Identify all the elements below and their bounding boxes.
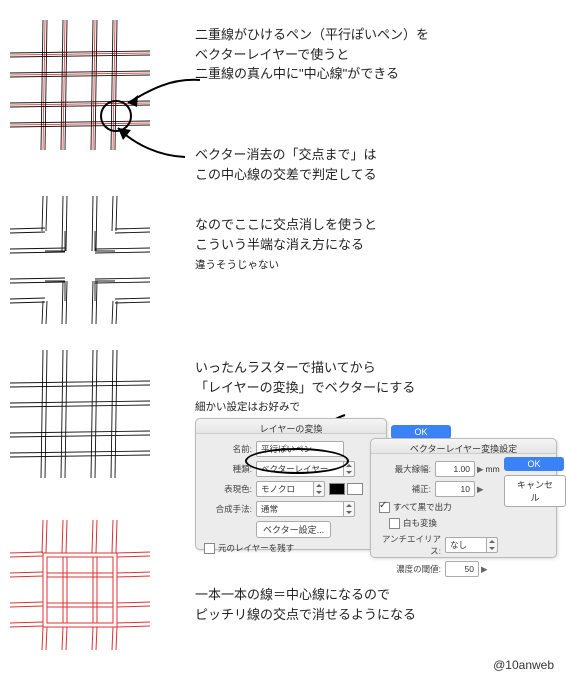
checkbox-leave-original[interactable] [204, 543, 215, 554]
text-line: 二重線がひけるペン（平行ぽいペン）を [195, 25, 429, 45]
button-ok[interactable]: OK [504, 457, 564, 471]
text-line: ベクターレイヤーで使うと [195, 45, 429, 65]
label-maxwidth: 最大線幅: [379, 463, 431, 475]
chevron-updown-icon[interactable] [344, 461, 355, 477]
dialog-layer-convert: レイヤーの変換 名前: 平行ぽいペン 種類: ベクターレイヤー 表現色: モノク… [195, 418, 387, 550]
section1-text2: ベクター消去の「交点まで」は この中心線の交差で判定してる [195, 145, 377, 184]
label-kind: 種類: [204, 463, 252, 475]
text-note: 違うそうじゃない [195, 258, 377, 274]
label-threshold: 濃度の閾値: [379, 563, 441, 575]
input-threshold[interactable]: 50 [445, 561, 479, 577]
text-line: なのでここに交点消しを使うと [195, 215, 377, 235]
label-correction: 補正: [379, 483, 431, 495]
text-note: 細かい設定はお好みで [195, 400, 415, 416]
button-vector-settings[interactable]: ベクター設定... [256, 521, 331, 538]
dropdown-colormode[interactable]: モノクロ [256, 481, 314, 497]
checkbox-white-convert[interactable] [389, 518, 400, 529]
button-cancel[interactable]: キャンセル [504, 475, 566, 507]
credit: @10anweb [493, 658, 554, 672]
text-line: いったんラスターで描いてから [195, 358, 415, 378]
unit-mm: mm [486, 464, 500, 474]
dropdown-aa[interactable]: なし [445, 537, 487, 553]
text-line: この中心線の交差で判定してる [195, 165, 377, 185]
input-correction[interactable]: 10 [435, 481, 475, 497]
chevron-updown-icon[interactable] [487, 537, 498, 553]
label-color: 表現色: [204, 483, 252, 495]
dialog-title: ベクターレイヤー変換設定 [371, 442, 556, 455]
dialog-vector-convert-settings: ベクターレイヤー変換設定 最大線幅: 1.00 ▶ mm 補正: 10 ▶ すべ… [370, 438, 557, 558]
label-name: 名前: [204, 443, 252, 455]
input-maxwidth[interactable]: 1.00 [435, 461, 475, 477]
dropdown-blend[interactable]: 通常 [256, 501, 344, 517]
label-aa: アンチエイリアス: [379, 533, 441, 557]
text-line: ベクター消去の「交点まで」は [195, 145, 377, 165]
swatch-white[interactable] [347, 483, 363, 495]
label-all-black: すべて黒で出力 [393, 501, 452, 513]
chevron-updown-icon[interactable] [344, 501, 355, 517]
section3-text: いったんラスターで描いてから 「レイヤーの変換」でベクターにする 細かい設定はお… [195, 358, 415, 416]
dropdown-kind[interactable]: ベクターレイヤー [256, 461, 344, 477]
text-line: こういう半端な消え方になる [195, 235, 377, 255]
chevron-updown-icon[interactable] [314, 481, 325, 497]
label-blend: 合成手法: [204, 503, 252, 515]
swatch-black[interactable] [329, 483, 345, 495]
text-line: 「レイヤーの変換」でベクターにする [195, 378, 415, 398]
label-leave-original: 元のレイヤーを残す [218, 542, 294, 554]
section4-text: 一本一本の線＝中心線になるので ピッチリ線の交点で消せるようになる [195, 585, 416, 624]
input-name[interactable]: 平行ぽいペン [256, 441, 344, 457]
dialog-title: レイヤーの変換 [196, 422, 386, 435]
text-line: ピッチリ線の交点で消せるようになる [195, 605, 416, 625]
label-white-convert: 白も変換 [403, 517, 437, 529]
section1-text: 二重線がひけるペン（平行ぽいペン）を ベクターレイヤーで使うと 二重線の真ん中に… [195, 25, 429, 84]
text-line: 二重線の真ん中に"中心線"ができる [195, 64, 429, 84]
checkbox-all-black[interactable] [379, 502, 390, 513]
section2-text: なのでここに交点消しを使うと こういう半端な消え方になる 違うそうじゃない [195, 215, 377, 274]
button-ok[interactable]: OK [391, 425, 451, 439]
